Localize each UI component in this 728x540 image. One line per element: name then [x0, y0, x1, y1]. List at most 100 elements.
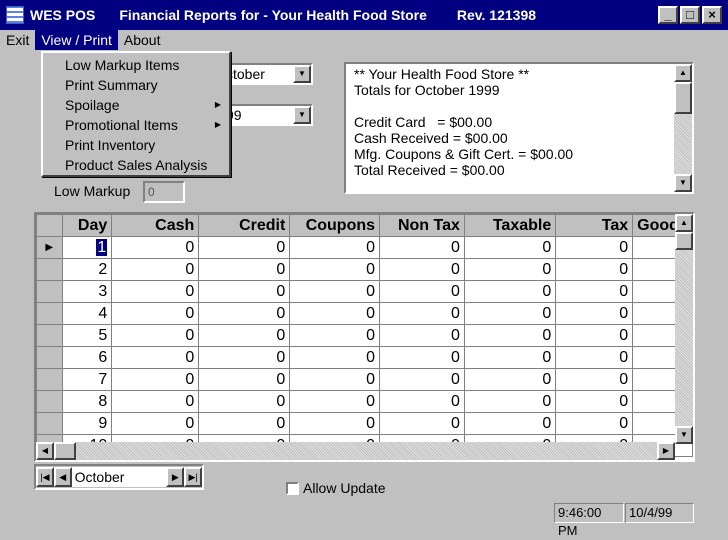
table-row[interactable]: 6000000 [36, 346, 693, 369]
grid-cell-cash[interactable]: 0 [111, 236, 200, 259]
menu-item-spoilage[interactable]: Spoilage ▶ [43, 95, 229, 115]
first-record-icon[interactable]: |◀ [36, 467, 54, 487]
table-row[interactable]: 3000000 [36, 280, 693, 303]
grid-cell-taxable[interactable]: 0 [463, 280, 557, 303]
grid-horizontal-scrollbar[interactable]: ◀ ▶ [36, 442, 675, 460]
grid-cell-coupons[interactable]: 0 [289, 346, 381, 369]
grid-cell-non-tax[interactable]: 0 [379, 412, 465, 435]
grid-cell-coupons[interactable]: 0 [289, 236, 381, 259]
col-header-day[interactable]: Day [61, 214, 113, 237]
row-selector[interactable] [36, 412, 63, 435]
grid-cell-credit[interactable]: 0 [198, 346, 291, 369]
grid-cell-credit[interactable]: 0 [198, 258, 291, 281]
scroll-down-icon[interactable]: ▼ [674, 174, 692, 192]
menu-item-low-markup[interactable]: Low Markup Items [43, 55, 229, 75]
grid-cell-tax[interactable]: 0 [555, 236, 634, 259]
grid-cell-non-tax[interactable]: 0 [379, 302, 465, 325]
grid-cell-credit[interactable]: 0 [198, 280, 291, 303]
col-header-credit[interactable]: Credit [198, 214, 291, 237]
scroll-up-icon[interactable]: ▲ [675, 214, 693, 232]
row-selector[interactable] [36, 346, 63, 369]
grid-cell-day[interactable]: 7 [61, 368, 113, 391]
allow-update-checkbox[interactable]: Allow Update [286, 480, 386, 496]
scroll-thumb[interactable] [674, 82, 692, 114]
grid-cell-day[interactable]: 1 [61, 236, 113, 259]
grid-cell-cash[interactable]: 0 [111, 368, 200, 391]
scroll-left-icon[interactable]: ◀ [36, 442, 54, 460]
col-header-tax[interactable]: Tax [555, 214, 634, 237]
grid-cell-non-tax[interactable]: 0 [379, 346, 465, 369]
grid-cell-cash[interactable]: 0 [111, 324, 200, 347]
scroll-down-icon[interactable]: ▼ [675, 426, 693, 444]
grid-cell-taxable[interactable]: 0 [463, 412, 557, 435]
row-selector[interactable] [36, 368, 63, 391]
grid-cell-cash[interactable]: 0 [111, 258, 200, 281]
table-row[interactable]: 9000000 [36, 412, 693, 435]
grid-cell-coupons[interactable]: 0 [289, 280, 381, 303]
grid-cell-coupons[interactable]: 0 [289, 324, 381, 347]
table-row[interactable]: 7000000 [36, 368, 693, 391]
maximize-button[interactable]: □ [680, 6, 700, 24]
grid-cell-day[interactable]: 3 [61, 280, 113, 303]
menu-about[interactable]: About [118, 30, 167, 50]
menu-exit[interactable]: Exit [0, 30, 35, 50]
grid-cell-cash[interactable]: 0 [111, 280, 200, 303]
grid-cell-coupons[interactable]: 0 [289, 258, 381, 281]
grid-cell-taxable[interactable]: 0 [463, 236, 557, 259]
grid-cell-coupons[interactable]: 0 [289, 390, 381, 413]
grid-cell-cash[interactable]: 0 [111, 346, 200, 369]
grid-cell-day[interactable]: 9 [61, 412, 113, 435]
menu-item-print-inventory[interactable]: Print Inventory [43, 135, 229, 155]
scroll-up-icon[interactable]: ▲ [674, 64, 692, 82]
col-header-non-tax[interactable]: Non Tax [379, 214, 465, 237]
grid-vertical-scrollbar[interactable]: ▲ ▼ [675, 214, 693, 444]
next-record-icon[interactable]: ▶ [166, 467, 185, 487]
menu-item-promotional[interactable]: Promotional Items ▶ [43, 115, 229, 135]
row-selector[interactable] [36, 258, 63, 281]
grid-cell-credit[interactable]: 0 [198, 302, 291, 325]
scroll-thumb[interactable] [675, 232, 693, 250]
grid-cell-cash[interactable]: 0 [111, 412, 200, 435]
checkbox-box[interactable] [286, 481, 299, 495]
grid-cell-non-tax[interactable]: 0 [379, 236, 465, 259]
grid-cell-day[interactable]: 2 [61, 258, 113, 281]
col-header-coupons[interactable]: Coupons [289, 214, 381, 237]
grid-cell-credit[interactable]: 0 [198, 412, 291, 435]
close-button[interactable]: × [702, 6, 722, 24]
table-row[interactable]: 2000000 [36, 258, 693, 281]
grid-cell-day[interactable]: 8 [61, 390, 113, 413]
menu-item-product-sales[interactable]: Product Sales Analysis [43, 155, 229, 175]
grid-cell-non-tax[interactable]: 0 [379, 368, 465, 391]
grid-cell-tax[interactable]: 0 [555, 368, 634, 391]
grid-cell-credit[interactable]: 0 [198, 324, 291, 347]
scroll-thumb[interactable] [54, 442, 76, 460]
table-row[interactable]: ▶ 1 0 0 0 0 0 0 [36, 236, 693, 259]
row-selector[interactable] [36, 324, 63, 347]
menu-item-print-summary[interactable]: Print Summary [43, 75, 229, 95]
row-selector[interactable] [36, 280, 63, 303]
grid-cell-cash[interactable]: 0 [111, 302, 200, 325]
app-icon[interactable] [6, 6, 24, 24]
grid-cell-credit[interactable]: 0 [198, 368, 291, 391]
prev-record-icon[interactable]: ◀ [53, 467, 72, 487]
grid-cell-taxable[interactable]: 0 [463, 324, 557, 347]
grid-cell-tax[interactable]: 0 [555, 390, 634, 413]
grid-cell-day[interactable]: 5 [61, 324, 113, 347]
grid-cell-cash[interactable]: 0 [111, 390, 200, 413]
totals-textbox[interactable]: ** Your Health Food Store ** Totals for … [344, 62, 694, 194]
grid-cell-tax[interactable]: 0 [555, 302, 634, 325]
grid-cell-credit[interactable]: 0 [198, 236, 291, 259]
grid-cell-non-tax[interactable]: 0 [379, 258, 465, 281]
grid-cell-coupons[interactable]: 0 [289, 412, 381, 435]
row-selector[interactable] [36, 302, 63, 325]
chevron-down-icon[interactable]: ▼ [293, 65, 311, 83]
grid-cell-tax[interactable]: 0 [555, 324, 634, 347]
grid-cell-taxable[interactable]: 0 [463, 368, 557, 391]
col-header-cash[interactable]: Cash [111, 214, 200, 237]
grid-cell-coupons[interactable]: 0 [289, 302, 381, 325]
col-header-taxable[interactable]: Taxable [463, 214, 557, 237]
table-row[interactable]: 4000000 [36, 302, 693, 325]
year-combo[interactable]: 99 ▼ [220, 104, 313, 126]
row-selector[interactable]: ▶ [36, 236, 63, 259]
chevron-down-icon[interactable]: ▼ [293, 106, 311, 124]
